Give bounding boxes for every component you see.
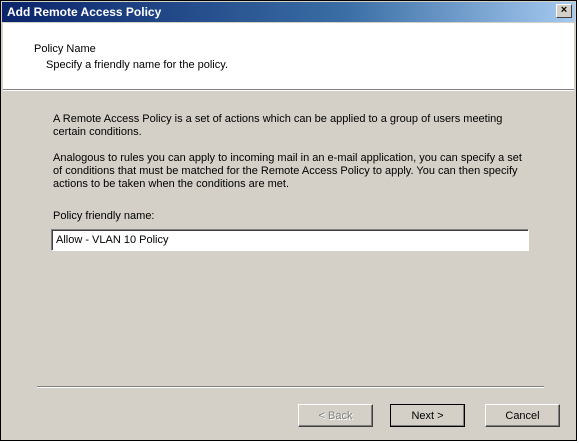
back-button[interactable]: < Back [298,404,373,427]
policy-description: A Remote Access Policy is a set of actio… [53,113,503,138]
header-title: Policy Name [34,43,96,55]
close-button[interactable]: × [556,4,572,18]
policy-analogy-text: Analogous to rules you can apply to inco… [53,152,522,190]
next-button[interactable]: Next > [390,404,465,427]
close-icon: × [560,4,568,16]
footer-divider [37,386,544,388]
add-remote-access-policy-dialog: Add Remote Access Policy × Policy Name S… [0,0,577,441]
policy-name-input[interactable] [51,229,529,251]
window-title: Add Remote Access Policy [7,5,162,19]
header-subtitle: Specify a friendly name for the policy. [46,59,228,71]
wizard-header: Policy Name Specify a friendly name for … [3,23,574,89]
title-bar[interactable]: Add Remote Access Policy × [2,2,575,22]
header-divider [3,89,574,91]
cancel-button[interactable]: Cancel [485,404,560,427]
policy-name-label: Policy friendly name: [53,210,155,222]
